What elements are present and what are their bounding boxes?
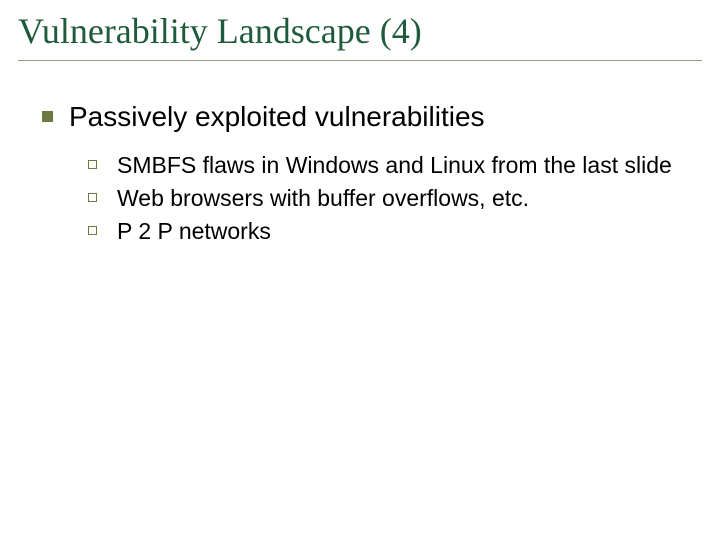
level2-text: SMBFS flaws in Windows and Linux from th… [117, 151, 672, 180]
level2-text: P 2 P networks [117, 217, 271, 246]
list-item-level2: P 2 P networks [88, 217, 702, 246]
list-item-level2: SMBFS flaws in Windows and Linux from th… [88, 151, 702, 180]
hollow-square-bullet-icon [88, 160, 97, 169]
square-bullet-icon [42, 111, 53, 122]
hollow-square-bullet-icon [88, 226, 97, 235]
slide-title: Vulnerability Landscape (4) [18, 10, 702, 61]
hollow-square-bullet-icon [88, 193, 97, 202]
list-item-level2: Web browsers with buffer overflows, etc. [88, 184, 702, 213]
level2-text: Web browsers with buffer overflows, etc. [117, 184, 529, 213]
list-item-level1: Passively exploited vulnerabilities [42, 101, 702, 133]
level1-text: Passively exploited vulnerabilities [69, 101, 485, 133]
slide: Vulnerability Landscape (4) Passively ex… [0, 0, 720, 540]
